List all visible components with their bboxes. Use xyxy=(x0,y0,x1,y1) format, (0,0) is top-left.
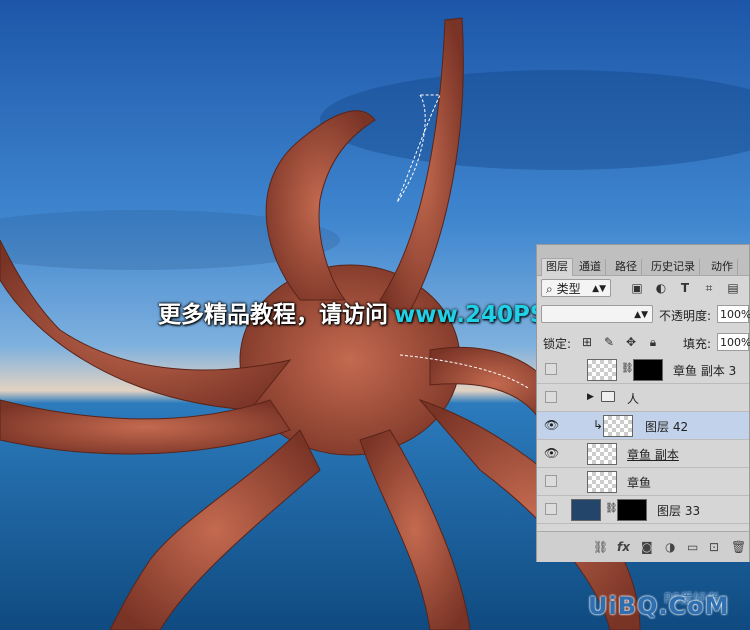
fill-input[interactable]: 100% xyxy=(717,333,750,351)
trash-icon[interactable]: 🗑︎ xyxy=(731,540,746,554)
eye-icon[interactable]: 👁︎ xyxy=(544,447,559,459)
tab-actions[interactable]: 动作 xyxy=(707,259,738,275)
filter-pixel-icon[interactable]: ▣ xyxy=(629,280,645,296)
tab-channels[interactable]: 通道 xyxy=(575,259,606,275)
tab-history[interactable]: 历史记录 xyxy=(647,259,700,275)
layer-thumbnail xyxy=(587,443,617,465)
add-mask-icon[interactable]: ◙ xyxy=(641,540,653,554)
visibility-toggle[interactable] xyxy=(545,503,557,515)
layer-name: 章鱼 副本 3 xyxy=(673,364,737,378)
layer-mask-thumbnail[interactable] xyxy=(633,359,663,381)
visibility-toggle[interactable] xyxy=(545,391,557,403)
clipping-arrow-icon: ↳ xyxy=(593,418,604,432)
lock-all-icon[interactable]: 🔒︎ xyxy=(645,334,661,350)
layers-panel: 图层 通道 路径 历史记录 动作 ⌕ 类型 ▲▼ ▣ ◐ T ⌗ ▤ ▲▼ 不透… xyxy=(536,244,750,562)
filter-adjustment-icon[interactable]: ◐ xyxy=(653,280,669,296)
lock-row: 锁定: ⊞ ✎ ✥ 🔒︎ 填充: 100% xyxy=(537,331,750,353)
layer-name: 人 xyxy=(627,392,640,406)
filter-shape-icon[interactable]: ⌗ xyxy=(701,280,717,296)
tab-layers[interactable]: 图层 xyxy=(541,258,573,276)
search-icon: ⌕ xyxy=(546,282,553,296)
layer-row[interactable]: ⛓ 图层 33 xyxy=(537,496,749,524)
chevron-down-icon: ▲▼ xyxy=(634,310,648,320)
chevron-down-icon: ▲▼ xyxy=(592,284,606,294)
fx-icon[interactable]: fx xyxy=(617,540,630,554)
layer-mask-thumbnail[interactable] xyxy=(617,499,647,521)
layer-name: 章鱼 xyxy=(627,476,652,490)
expand-arrow-icon[interactable]: ▶ xyxy=(587,392,594,402)
lock-label: 锁定: xyxy=(543,337,572,351)
folder-icon xyxy=(601,391,615,402)
layer-name: 图层 33 xyxy=(657,504,701,518)
layer-thumbnail xyxy=(571,499,601,521)
filter-kind-label: 类型 xyxy=(556,282,581,296)
panel-footer: ⛓ fx ◙ ◑ ▭ ⊡ 🗑︎ xyxy=(537,531,749,562)
filter-smart-icon[interactable]: ▤ xyxy=(725,280,741,296)
layer-thumbnail xyxy=(603,415,633,437)
layers-list: ⛓ 章鱼 副本 3 ▶ 人 👁︎ ↳ 图层 42 👁︎ 章鱼 副本 章鱼 ⛓ 图… xyxy=(537,356,749,531)
layer-name: 章鱼 副本 xyxy=(627,448,679,462)
watermark-cn: 更多精品教程，请访问 xyxy=(158,302,388,328)
layer-row[interactable]: 章鱼 xyxy=(537,468,749,496)
filter-row: ⌕ 类型 ▲▼ ▣ ◐ T ⌗ ▤ xyxy=(537,277,749,299)
blend-mode-select[interactable]: ▲▼ xyxy=(541,305,653,323)
filter-type-icon[interactable]: T xyxy=(677,280,693,296)
layer-row[interactable]: 👁︎ 章鱼 副本 xyxy=(537,440,749,468)
link-icon: ⛓ xyxy=(605,503,618,514)
new-group-icon[interactable]: ▭ xyxy=(687,540,698,554)
panel-tabs: 图层 通道 路径 历史记录 动作 xyxy=(537,245,749,276)
fill-label: 填充: xyxy=(683,337,712,351)
logo-text: UiBQ.CoM xyxy=(588,592,730,620)
new-layer-icon[interactable]: ⊡ xyxy=(709,540,719,554)
site-logo: PS爱好者 UiBQ.CoM xyxy=(588,588,748,628)
visibility-toggle[interactable] xyxy=(545,475,557,487)
blend-row: ▲▼ 不透明度: 100% xyxy=(537,303,750,325)
layer-name: 图层 42 xyxy=(645,420,689,434)
visibility-toggle[interactable] xyxy=(545,363,557,375)
lock-transparent-icon[interactable]: ⊞ xyxy=(579,334,595,350)
lock-brush-icon[interactable]: ✎ xyxy=(601,334,617,350)
opacity-label: 不透明度: xyxy=(659,309,712,323)
layer-row[interactable]: ▶ 人 xyxy=(537,384,749,412)
layer-row-selected[interactable]: 👁︎ ↳ 图层 42 xyxy=(537,412,749,440)
link-icon: ⛓ xyxy=(621,363,634,374)
lock-move-icon[interactable]: ✥ xyxy=(623,334,639,350)
tab-paths[interactable]: 路径 xyxy=(611,259,642,275)
layer-thumbnail xyxy=(587,471,617,493)
layer-thumbnail xyxy=(587,359,617,381)
opacity-input[interactable]: 100% xyxy=(717,305,750,323)
link-layers-icon[interactable]: ⛓ xyxy=(593,540,608,554)
layer-row[interactable]: ⛓ 章鱼 副本 3 xyxy=(537,356,749,384)
eye-icon[interactable]: 👁︎ xyxy=(544,419,559,431)
adjustment-layer-icon[interactable]: ◑ xyxy=(665,540,675,554)
filter-kind-select[interactable]: ⌕ 类型 ▲▼ xyxy=(541,279,611,297)
